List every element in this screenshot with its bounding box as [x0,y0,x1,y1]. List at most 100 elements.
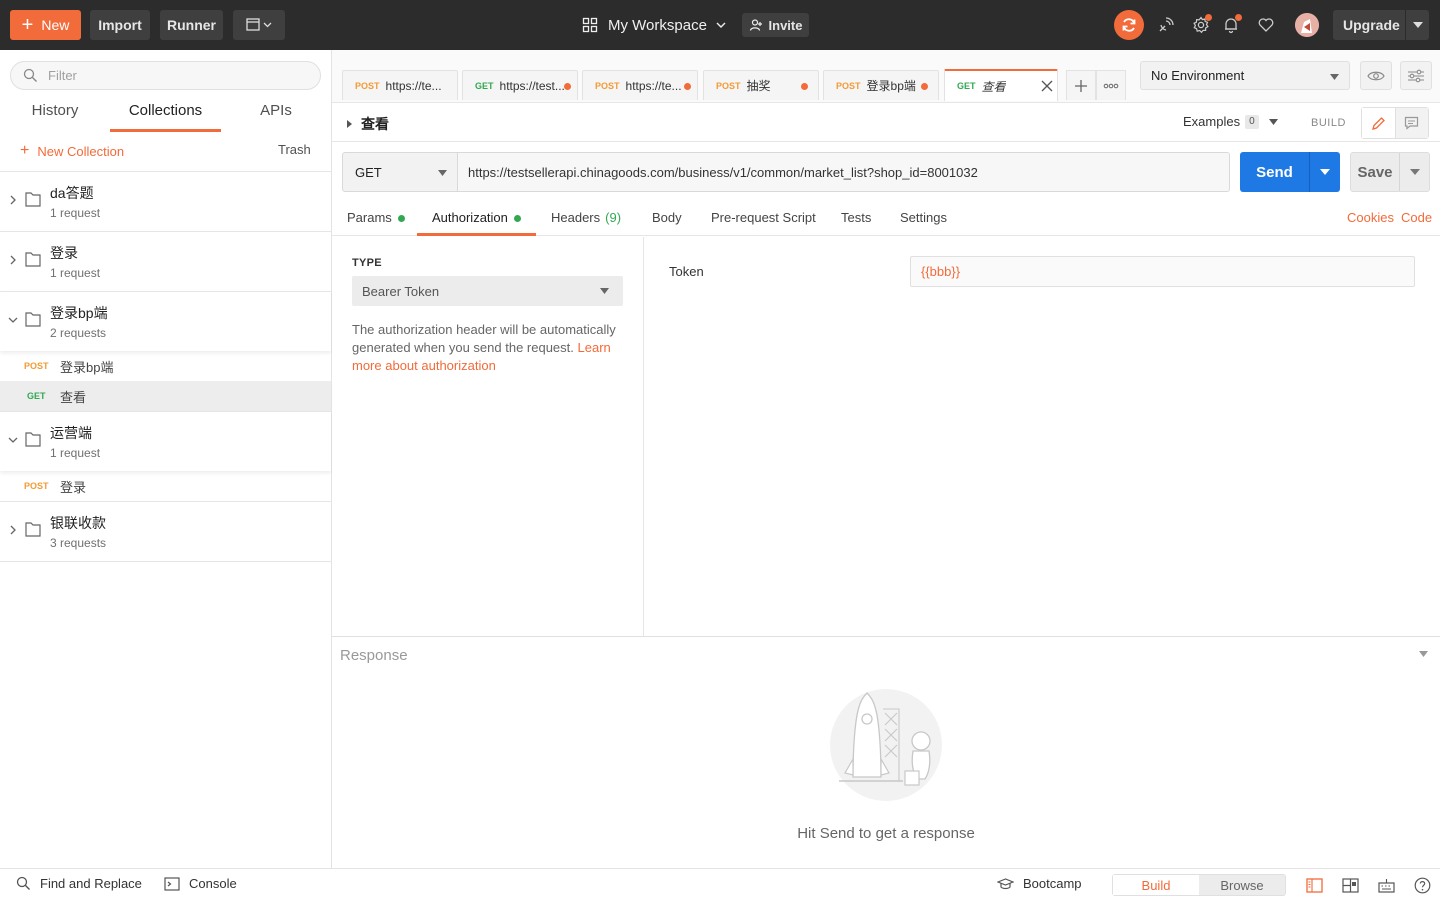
sync-button[interactable] [1114,10,1144,40]
collection-item[interactable]: 运营端 1 request [0,411,331,471]
sidebar-tabs: History Collections APIs [0,102,331,132]
bootcamp-button[interactable]: Bootcamp [997,876,1082,891]
request-item[interactable]: POST 登录bp端 [0,351,331,381]
build-mode-label: BUILD [1311,117,1346,129]
cookies-link[interactable]: Cookies [1347,210,1394,225]
upgrade-button[interactable]: Upgrade [1333,10,1429,40]
invite-button[interactable]: Invite [742,13,809,37]
collection-item[interactable]: 登录bp端 2 requests [0,291,331,351]
satellite-button[interactable] [1154,13,1178,37]
chevron-right-icon[interactable] [7,254,19,266]
filter-input[interactable]: Filter [10,61,321,90]
tab-headers[interactable]: Headers (9) [551,210,621,236]
tab-tests[interactable]: Tests [841,210,871,236]
save-options-button[interactable] [1400,153,1429,191]
environment-selector[interactable]: No Environment [1140,61,1350,90]
manage-environments-button[interactable] [1400,61,1432,90]
collection-count: 1 request [50,266,101,280]
send-options-button[interactable] [1310,152,1340,192]
chevron-down-icon[interactable] [7,434,19,446]
tab-method: GET [957,81,976,91]
tab-method: POST [355,80,380,91]
request-tab[interactable]: GET https://test... [462,70,578,100]
tab-params[interactable]: Params [347,210,405,236]
method-badge: POST [24,361,49,371]
request-tab-active[interactable]: GET 查看 [944,69,1058,101]
trash-link[interactable]: Trash [278,142,311,157]
new-button[interactable]: + New [10,10,81,40]
tab-collections[interactable]: Collections [110,102,221,132]
chevron-down-icon[interactable] [7,314,19,326]
auth-type-label: TYPE [352,257,382,269]
tab-label: Params [347,210,392,225]
tab-title: 抽奖 [746,79,771,93]
browse-toggle[interactable]: Browse [1199,875,1285,895]
tab-apis[interactable]: APIs [246,102,306,132]
folder-icon [25,252,41,267]
request-tab[interactable]: POST https://te... [342,70,458,100]
request-tab[interactable]: POST https://te... [582,70,698,100]
tab-history[interactable]: History [20,102,90,132]
settings-button[interactable] [1189,13,1213,37]
workspace-selector[interactable]: My Workspace [582,12,727,38]
tab-method: POST [836,80,861,91]
token-input[interactable] [910,256,1415,287]
import-button[interactable]: Import [90,10,150,40]
tab-pre-request-script[interactable]: Pre-request Script [711,210,816,236]
code-link[interactable]: Code [1401,210,1432,225]
help-button[interactable] [1413,876,1431,894]
two-pane-view-button[interactable] [1305,876,1323,894]
collection-count: 3 requests [50,536,107,550]
layout-button[interactable] [1341,876,1359,894]
chevron-right-icon[interactable] [7,524,19,536]
method-select[interactable]: GET [342,152,458,192]
collection-item[interactable]: 登录 1 request [0,231,331,291]
tab-title: 登录bp端 [866,79,916,93]
url-input[interactable] [457,152,1230,192]
collection-item[interactable]: da答题 1 request [0,171,331,231]
active-indicator-dot [513,215,521,222]
examples-dropdown[interactable]: Examples 0 [1183,114,1278,129]
request-item[interactable]: POST 登录 [0,471,331,501]
heart-button[interactable] [1254,13,1278,37]
tab-body[interactable]: Body [652,210,682,236]
new-window-button[interactable] [233,10,285,40]
edit-mode-button[interactable] [1362,108,1395,138]
eye-icon [1367,71,1385,80]
new-collection-button[interactable]: + New Collection [20,142,124,160]
auth-type-select[interactable]: Bearer Token [352,276,623,306]
send-label: Send [1256,163,1293,181]
caret-right-icon [347,120,352,128]
avatar[interactable] [1295,13,1319,37]
unsaved-dot [921,83,928,90]
comments-button[interactable] [1394,108,1428,138]
status-bar: Find and Replace Console Bootcamp Build … [0,868,1440,900]
notifications-button[interactable] [1219,13,1243,37]
tab-authorization[interactable]: Authorization [417,210,536,236]
request-item-selected[interactable]: GET 查看 [0,381,331,411]
request-tab[interactable]: POST 抽奖 [703,70,819,100]
console-button[interactable]: Console [164,876,237,891]
close-icon[interactable] [1041,80,1053,92]
caret-down-icon[interactable] [1419,651,1428,657]
build-toggle[interactable]: Build [1113,875,1199,895]
tab-label: Headers [551,210,601,225]
keyboard-shortcuts-button[interactable] [1377,876,1395,894]
caret-down-icon [1268,118,1278,125]
request-tabs-bar: POST https://te... GET https://test... P… [332,50,1440,102]
request-tab[interactable]: POST 登录bp端 [823,70,939,100]
caret-down-icon[interactable] [1406,22,1429,28]
add-tab-button[interactable] [1066,70,1096,100]
environment-quick-look-button[interactable] [1360,61,1392,90]
runner-button[interactable]: Runner [160,10,223,40]
chevron-right-icon[interactable] [7,194,19,206]
save-button[interactable]: Save [1350,152,1430,192]
more-tabs-button[interactable] [1096,70,1126,100]
find-replace-button[interactable]: Find and Replace [16,876,142,891]
send-button[interactable]: Send [1240,152,1340,192]
collection-item[interactable]: 银联收款 3 requests [0,501,331,561]
window-icon [246,18,272,31]
tab-method: POST [595,80,620,91]
request-title[interactable]: 查看 [347,114,389,134]
tab-settings[interactable]: Settings [900,210,947,236]
